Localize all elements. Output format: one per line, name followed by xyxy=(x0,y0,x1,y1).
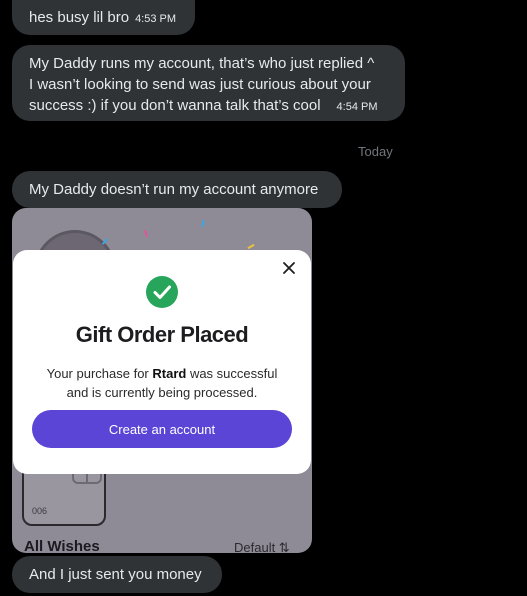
date-divider: Today xyxy=(358,144,393,159)
confetti-piece xyxy=(201,219,205,228)
recipient-name: Rtard xyxy=(152,366,187,381)
message-bubble[interactable]: My Daddy doesn’t run my account anymore xyxy=(12,171,342,208)
message-text-line: I wasn’t looking to send was just curiou… xyxy=(29,76,371,93)
message-text: hes busy lil bro xyxy=(29,9,130,26)
gift-order-modal: Gift Order Placed Your purchase for Rtar… xyxy=(13,250,311,474)
confetti-piece xyxy=(247,243,255,250)
message-text: And I just sent you money xyxy=(29,566,202,583)
message-bubble[interactable]: And I just sent you money xyxy=(12,556,222,593)
message-bubble[interactable]: My Daddy runs my account, that’s who jus… xyxy=(12,45,405,121)
tile-number: 006 xyxy=(32,506,48,516)
sort-label: Default ⇅ xyxy=(234,540,290,553)
message-bubble[interactable]: hes busy lil bro 4:53 PM xyxy=(12,0,195,35)
checkmark-icon xyxy=(146,276,178,308)
create-account-button[interactable]: Create an account xyxy=(32,410,292,448)
message-text-line: My Daddy runs my account, that’s who jus… xyxy=(29,55,375,72)
message-text: My Daddy doesn’t run my account anymore xyxy=(29,181,319,198)
message-text-line: success :) if you don’t wanna talk that’… xyxy=(29,97,321,114)
message-time: 4:53 PM xyxy=(135,13,177,25)
modal-title: Gift Order Placed xyxy=(75,322,249,347)
section-title: All Wishes xyxy=(24,538,100,553)
modal-message: Your purchase for Rtard was successful a… xyxy=(13,364,311,402)
message-suffix: was successful xyxy=(186,366,278,381)
message-time: 4:54 PM xyxy=(336,101,378,113)
message-line-2: and is currently being processed. xyxy=(66,385,258,400)
confetti-piece xyxy=(143,229,149,238)
message-prefix: Your purchase for xyxy=(46,366,153,381)
close-icon[interactable] xyxy=(282,261,296,275)
